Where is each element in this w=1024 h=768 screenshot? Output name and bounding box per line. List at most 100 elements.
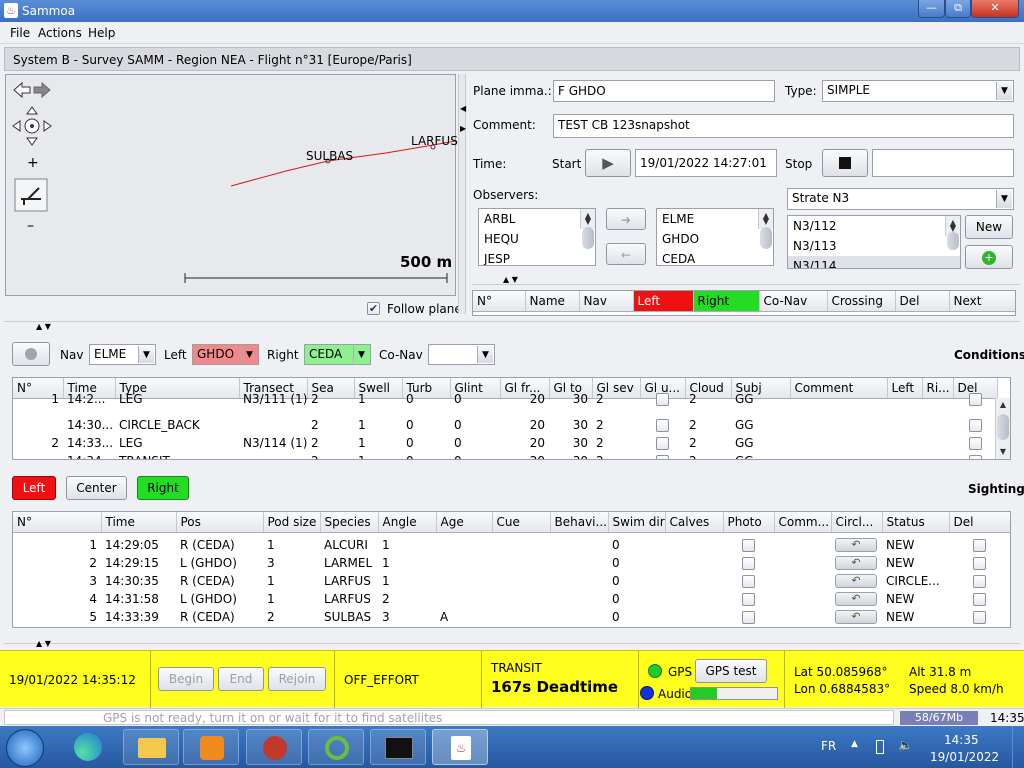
- table-cell[interactable]: 0: [402, 434, 450, 452]
- table-cell[interactable]: 30: [549, 434, 592, 452]
- observer-item[interactable]: ELME: [657, 209, 773, 229]
- available-observers-list[interactable]: ARBL HEQU JESP ▲ ▼: [478, 208, 596, 266]
- delete-checkbox[interactable]: [973, 557, 986, 570]
- table-cell[interactable]: [949, 608, 1010, 626]
- table-cell[interactable]: 2: [307, 434, 354, 452]
- transect-item[interactable]: N3/114: [788, 256, 960, 268]
- table-cell[interactable]: [665, 608, 723, 626]
- start-time-field[interactable]: 19/01/2022 14:27:01: [635, 149, 777, 177]
- table-cell[interactable]: [436, 590, 492, 608]
- table-cell[interactable]: [953, 452, 997, 459]
- table-cell[interactable]: NEW: [882, 590, 949, 608]
- table-cell[interactable]: 1: [354, 452, 402, 459]
- table-cell[interactable]: R (CEDA): [176, 572, 263, 590]
- table-cell[interactable]: [665, 572, 723, 590]
- table-cell[interactable]: 2: [685, 452, 731, 459]
- table-cell[interactable]: NEW: [882, 554, 949, 572]
- conditions-table[interactable]: N° Time Type Transect Sea Swell Turb Glint Gl fr…: [12, 377, 1011, 460]
- scrollbar[interactable]: ▲ ▼: [945, 216, 960, 250]
- table-cell[interactable]: SULBAS: [320, 608, 378, 626]
- begin-button[interactable]: Begin: [158, 667, 214, 691]
- table-row[interactable]: 2 14:29:15 L (GHDO) 3 LARMEL 1 0 ↶ NEW: [13, 554, 1010, 572]
- table-cell[interactable]: LARMEL: [320, 554, 378, 572]
- table-cell[interactable]: ↶: [831, 536, 882, 554]
- column-header[interactable]: Photo: [723, 512, 775, 533]
- table-cell[interactable]: GG: [731, 416, 790, 434]
- table-cell[interactable]: [640, 416, 685, 434]
- table-cell[interactable]: [665, 554, 723, 572]
- photo-checkbox[interactable]: [742, 593, 755, 606]
- column-header[interactable]: Pod size: [263, 512, 321, 533]
- table-cell[interactable]: [492, 590, 550, 608]
- table-cell[interactable]: R (CEDA): [176, 536, 263, 554]
- right-observer-select[interactable]: CEDA ▼: [304, 344, 371, 365]
- table-cell[interactable]: [723, 554, 774, 572]
- menu-help[interactable]: Help: [88, 26, 115, 40]
- table-cell[interactable]: [922, 452, 953, 459]
- table-cell[interactable]: N3/111 (1): [239, 390, 307, 408]
- strate-select[interactable]: Strate N3 ▼: [787, 188, 1014, 210]
- photo-checkbox[interactable]: [742, 539, 755, 552]
- table-cell[interactable]: 1: [378, 536, 436, 554]
- photo-checkbox[interactable]: [742, 611, 755, 624]
- circle-back-icon[interactable]: ↶: [835, 592, 877, 607]
- maximize-button[interactable]: ⧉: [945, 0, 971, 18]
- column-header[interactable]: Time: [101, 512, 177, 533]
- language-indicator[interactable]: FR: [821, 739, 836, 753]
- chevron-down-icon[interactable]: ▼: [241, 346, 257, 363]
- table-cell[interactable]: 0: [608, 554, 665, 572]
- table-cell[interactable]: 1: [354, 390, 402, 408]
- table-cell[interactable]: 14:30:35: [101, 572, 176, 590]
- pan-icon[interactable]: [12, 106, 52, 146]
- column-header[interactable]: Circl...: [831, 512, 883, 533]
- add-transect-button[interactable]: +: [965, 245, 1013, 269]
- column-header-right[interactable]: Right: [693, 291, 760, 312]
- table-cell[interactable]: 1: [354, 434, 402, 452]
- table-cell[interactable]: 1: [263, 536, 320, 554]
- comment-field[interactable]: TEST CB 123snapshot: [553, 114, 1014, 138]
- zoom-out-icon[interactable]: –: [27, 218, 34, 234]
- plane-field[interactable]: F GHDO: [553, 80, 775, 102]
- table-cell[interactable]: 4: [13, 590, 101, 608]
- table-cell[interactable]: [13, 452, 63, 459]
- table-cell[interactable]: GG: [731, 390, 790, 408]
- column-header[interactable]: N°: [13, 512, 102, 533]
- table-row[interactable]: 3 14:30:35 R (CEDA) 1 LARFUS 1 0 ↶ CIRCLE...: [13, 572, 1010, 590]
- new-transect-button[interactable]: New: [965, 215, 1013, 239]
- table-cell[interactable]: 1: [13, 390, 63, 408]
- table-row[interactable]: 4 14:31:58 L (GHDO) 1 LARFUS 2 0 ↶ NEW: [13, 590, 1010, 608]
- table-cell[interactable]: [239, 452, 307, 459]
- column-header[interactable]: Co-Nav: [759, 291, 828, 312]
- table-cell[interactable]: 1: [13, 536, 101, 554]
- column-header[interactable]: Comm...: [774, 512, 832, 533]
- menu-actions[interactable]: Actions: [38, 26, 82, 40]
- table-cell[interactable]: L (GHDO): [176, 590, 263, 608]
- follow-plane-checkbox[interactable]: ✔: [367, 302, 380, 315]
- table-cell[interactable]: NEW: [882, 608, 949, 626]
- table-cell[interactable]: [723, 536, 774, 554]
- table-cell[interactable]: [550, 590, 608, 608]
- table-cell[interactable]: [949, 536, 1010, 554]
- table-cell[interactable]: 30: [549, 416, 592, 434]
- table-row[interactable]: 14:34...TRANSIT2100203022GG: [13, 452, 997, 459]
- table-cell[interactable]: ↶: [831, 572, 882, 590]
- chevron-down-icon[interactable]: ▼: [996, 82, 1012, 100]
- table-cell[interactable]: 1: [263, 590, 320, 608]
- scrollbar[interactable]: ▲ ▼: [580, 209, 595, 249]
- table-cell[interactable]: [774, 608, 831, 626]
- table-cell[interactable]: [665, 590, 723, 608]
- column-header[interactable]: Angle: [378, 512, 437, 533]
- table-cell[interactable]: 5: [13, 608, 101, 626]
- table-cell[interactable]: 20: [500, 452, 549, 459]
- nav-select[interactable]: ELME ▼: [89, 344, 156, 365]
- table-cell[interactable]: 0: [608, 536, 665, 554]
- column-header[interactable]: Behavi...: [550, 512, 609, 533]
- zoom-in-icon[interactable]: +: [27, 155, 39, 171]
- sighting-table[interactable]: N° Time Pos Pod size Species Angle Age Cue Behav…: [12, 511, 1011, 628]
- column-header[interactable]: Pos: [176, 512, 264, 533]
- chevron-down-icon[interactable]: ▼: [138, 346, 154, 363]
- add-observer-button[interactable]: ➔: [606, 208, 646, 230]
- table-cell[interactable]: [550, 572, 608, 590]
- table-cell[interactable]: [887, 434, 922, 452]
- table-cell[interactable]: [774, 590, 831, 608]
